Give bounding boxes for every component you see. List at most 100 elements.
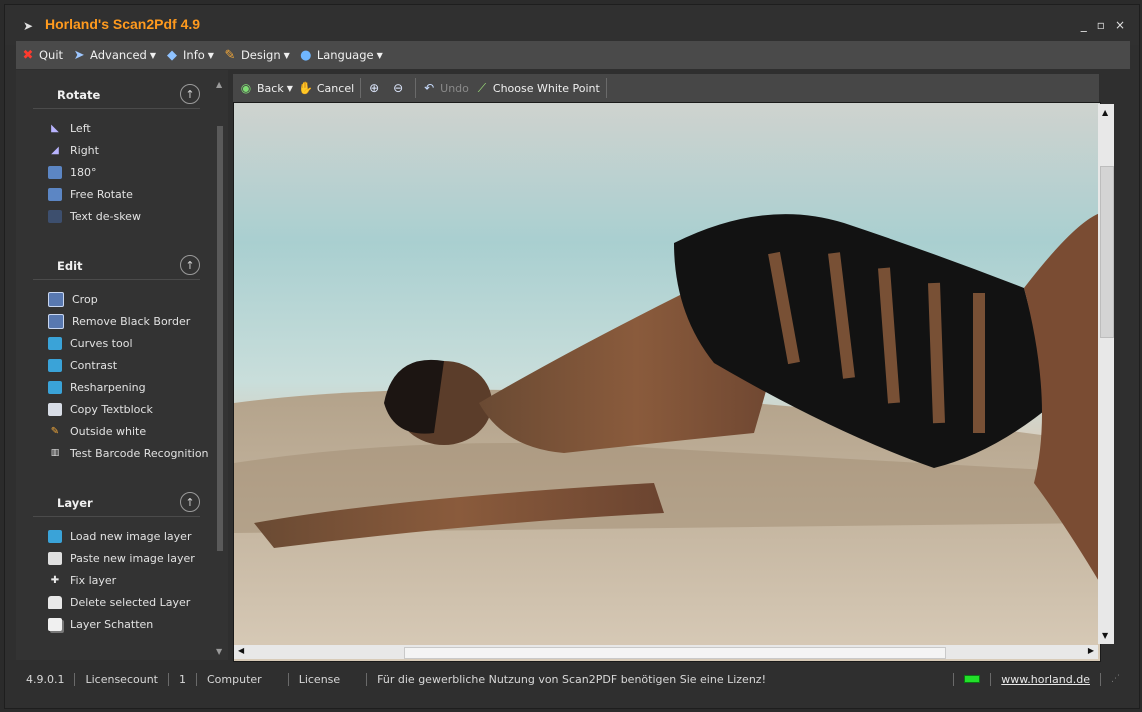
section-edit-title: Edit: [57, 259, 83, 273]
pin-icon: ✚: [50, 574, 60, 586]
sidebar-item-text-deskew[interactable]: Text de-skew: [16, 205, 212, 227]
sidebar-item-remove-black-border[interactable]: Remove Black Border: [16, 310, 212, 332]
copy-text-icon: [48, 402, 62, 416]
sidebar-item-label: Right: [70, 143, 99, 157]
sidebar-item-contrast[interactable]: Contrast: [16, 354, 212, 376]
sidebar-item-rotate-left[interactable]: ◣ Left: [16, 117, 212, 139]
sidebar-item-label: Load new image layer: [70, 529, 192, 543]
menu-bar: ✖ Quit ➤ Advanced ▼ ◆ Info ▼ ✎ Design ▼ …: [16, 41, 1130, 69]
sidebar-item-label: Remove Black Border: [72, 314, 191, 328]
sidebar-item-layer-schatten[interactable]: Layer Schatten: [16, 613, 212, 635]
sidebar-item-rotate-right[interactable]: ◢ Right: [16, 139, 212, 161]
sidebar-item-free-rotate[interactable]: Free Rotate: [16, 183, 212, 205]
image-hscroll-thumb[interactable]: [404, 647, 946, 659]
menu-advanced-label: Advanced: [90, 48, 147, 62]
sidebar-item-curves-tool[interactable]: Curves tool: [16, 332, 212, 354]
sidebar-item-label: Free Rotate: [70, 187, 133, 201]
back-button[interactable]: ◉ Back ▼: [239, 81, 293, 95]
cancel-button[interactable]: ✋ Cancel: [298, 81, 354, 95]
scroll-down-icon[interactable]: ▼: [216, 647, 222, 656]
close-button[interactable]: ×: [1115, 18, 1125, 32]
sidebar-scrollbar[interactable]: ▲ ▼: [212, 70, 228, 660]
section-rotate-title: Rotate: [57, 88, 101, 102]
image-canvas[interactable]: [233, 102, 1101, 662]
crop-icon: [48, 291, 64, 307]
image-toolbar: ◉ Back ▼ ✋ Cancel ⊕ ⊖ ↶ Undo ⟋ Choose Wh…: [233, 74, 1099, 102]
menu-design[interactable]: ✎ Design ▼: [222, 47, 289, 63]
eyedropper-icon: ⟋: [477, 80, 487, 95]
info-diamond-icon: ◆: [167, 47, 178, 63]
toolbar-separator: [415, 78, 417, 98]
menu-info[interactable]: ◆ Info ▼: [164, 47, 214, 63]
maximize-button[interactable]: ▫: [1097, 18, 1105, 32]
zoom-out-button[interactable]: ⊖: [391, 81, 409, 95]
scroll-up-icon[interactable]: ▲: [1102, 108, 1108, 117]
tool-sidebar: Rotate ↑ ◣ Left ◢ Right 180° Free Rotate…: [16, 70, 212, 660]
sidebar-item-rotate-180[interactable]: 180°: [16, 161, 212, 183]
resize-grip-icon[interactable]: ⋰: [1101, 674, 1130, 684]
sidebar-item-load-layer[interactable]: Load new image layer: [16, 525, 212, 547]
choose-white-point-button[interactable]: ⟋ Choose White Point: [475, 81, 600, 95]
zoom-out-icon: ⊖: [393, 81, 404, 95]
image-vscroll-thumb[interactable]: [1100, 166, 1114, 338]
collapse-arrow-icon[interactable]: ↑: [180, 84, 200, 104]
back-label: Back: [257, 81, 284, 95]
status-license[interactable]: License: [289, 672, 368, 686]
sidebar-item-delete-layer[interactable]: Delete selected Layer: [16, 591, 212, 613]
scroll-right-icon[interactable]: ▶: [1088, 646, 1094, 655]
app-logo-icon: ➤: [23, 19, 34, 33]
sidebar-item-crop[interactable]: Crop: [16, 288, 212, 310]
status-indicator: [954, 672, 992, 686]
minimize-button[interactable]: _: [1081, 18, 1087, 32]
close-x-icon: ✖: [22, 47, 34, 63]
sidebar-item-label: Copy Textblock: [70, 402, 153, 416]
horland-website-link[interactable]: www.horland.de: [991, 672, 1101, 686]
sidebar-item-label: Fix layer: [70, 573, 117, 587]
sidebar-item-test-barcode[interactable]: ▥ Test Barcode Recognition: [16, 442, 212, 464]
image-horizontal-scrollbar[interactable]: ◀ ▶: [234, 645, 1098, 659]
menu-language-label: Language: [316, 48, 374, 62]
scroll-left-icon[interactable]: ◀: [238, 646, 244, 655]
sidebar-item-label: Crop: [72, 292, 98, 306]
section-layer-header: Layer ↑: [33, 490, 200, 517]
sidebar-item-paste-layer[interactable]: Paste new image layer: [16, 547, 212, 569]
status-bar: 4.9.0.1 Licensecount 1 Computer License …: [16, 666, 1130, 692]
sidebar-item-label: Contrast: [70, 358, 118, 372]
status-version: 4.9.0.1: [16, 672, 76, 686]
rotate-right-icon: ◢: [51, 144, 59, 156]
image-vertical-scrollbar[interactable]: ▲ ▼: [1098, 104, 1114, 644]
design-brush-icon: ✎: [224, 47, 236, 63]
status-licensecount-label: Licensecount: [75, 672, 169, 686]
white-point-label: Choose White Point: [492, 81, 600, 95]
contrast-icon: [48, 358, 62, 372]
sidebar-item-resharpening[interactable]: Resharpening: [16, 376, 212, 398]
sidebar-item-label: Resharpening: [70, 380, 146, 394]
rotate-left-icon: ◣: [51, 122, 59, 134]
status-licensecount-value: 1: [169, 672, 197, 686]
curves-icon: [48, 336, 62, 350]
collapse-arrow-icon[interactable]: ↑: [180, 492, 200, 512]
scanned-photo: [234, 103, 1100, 661]
sidebar-item-outside-white[interactable]: ✎ Outside white: [16, 420, 212, 442]
scroll-down-icon[interactable]: ▼: [1102, 631, 1108, 640]
undo-button[interactable]: ↶ Undo: [422, 81, 469, 95]
menu-quit-label: Quit: [39, 48, 64, 62]
sidebar-item-label: Left: [70, 121, 91, 135]
border-icon: [48, 313, 64, 329]
chevron-down-icon: ▼: [207, 50, 214, 60]
chevron-down-icon: ▼: [286, 83, 293, 93]
paste-layer-icon: [48, 551, 62, 565]
collapse-arrow-icon[interactable]: ↑: [180, 255, 200, 275]
sidebar-item-fix-layer[interactable]: ✚ Fix layer: [16, 569, 212, 591]
globe-icon: ●: [300, 47, 312, 63]
menu-language[interactable]: ● Language ▼: [298, 47, 383, 63]
barcode-icon: ▥: [50, 447, 60, 458]
zoom-in-button[interactable]: ⊕: [367, 81, 385, 95]
menu-advanced[interactable]: ➤ Advanced ▼: [71, 47, 156, 63]
menu-info-label: Info: [183, 48, 205, 62]
deskew-icon: [48, 209, 62, 223]
scroll-up-icon[interactable]: ▲: [216, 80, 222, 89]
sidebar-item-copy-textblock[interactable]: Copy Textblock: [16, 398, 212, 420]
menu-quit[interactable]: ✖ Quit: [20, 47, 64, 63]
sidebar-scroll-thumb[interactable]: [217, 126, 223, 551]
